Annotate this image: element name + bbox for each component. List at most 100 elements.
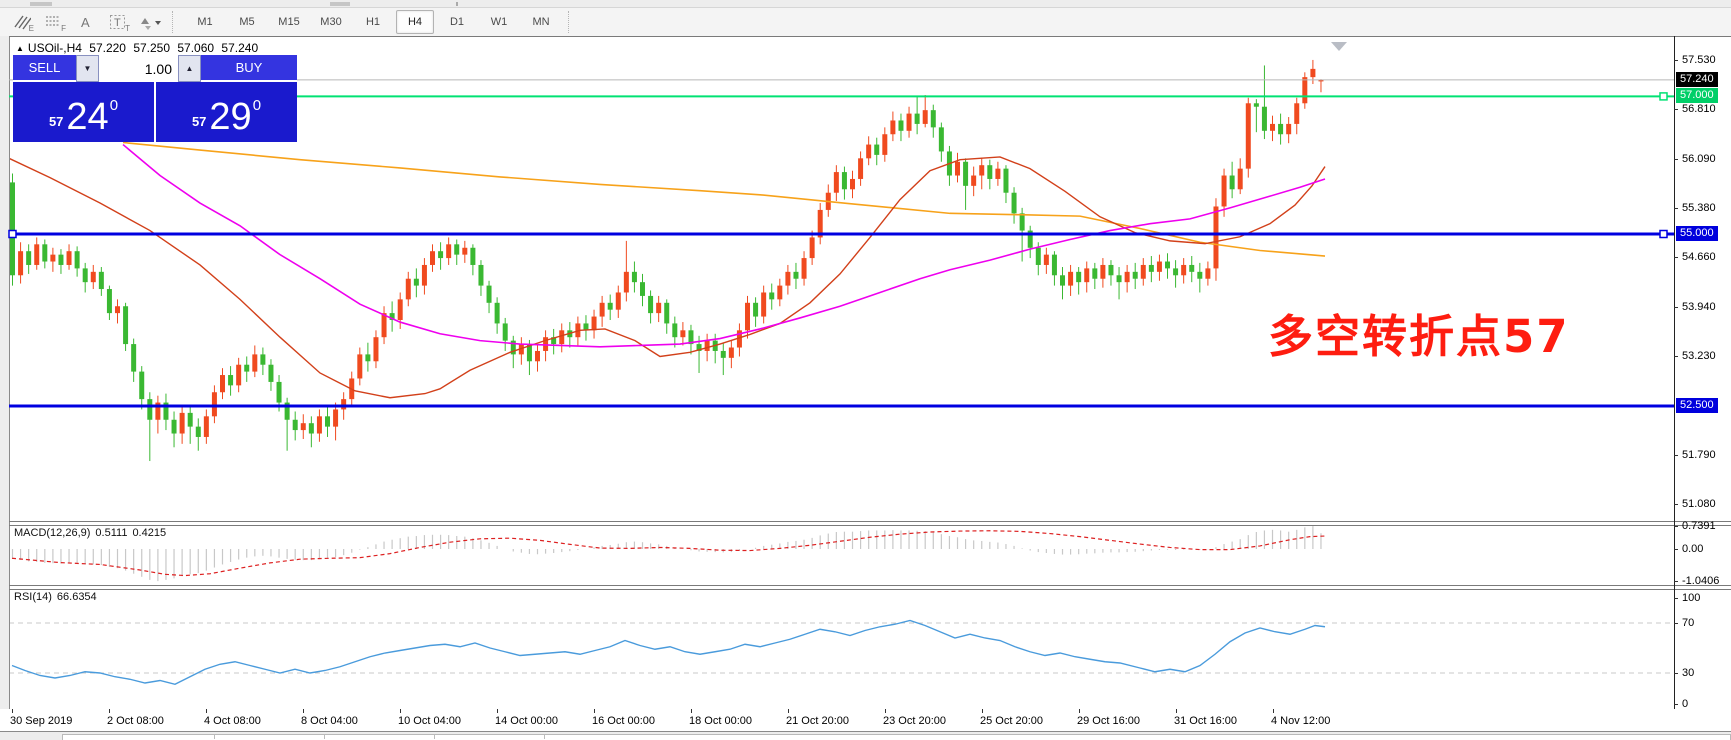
- quote-open: 57.220: [89, 41, 126, 55]
- volume-input[interactable]: [99, 55, 178, 82]
- time-tick-label: 14 Oct 00:00: [495, 715, 558, 727]
- time-tick-label: 18 Oct 00:00: [689, 715, 752, 727]
- buy-price[interactable]: 57 29 0: [156, 82, 297, 142]
- timeframe-h4-button[interactable]: H4: [396, 10, 434, 34]
- timeframe-d1-button[interactable]: D1: [438, 10, 476, 34]
- fibonacci-retracement-button[interactable]: F: [39, 10, 69, 34]
- sell-price[interactable]: 57 24 0: [13, 82, 154, 142]
- time-tick: [1079, 709, 1080, 713]
- time-tick-label: 29 Oct 16:00: [1077, 715, 1140, 727]
- price-axis-border: [1674, 36, 1675, 731]
- sell-button[interactable]: SELL: [13, 55, 76, 82]
- fibonacci-retracement-icon: F: [61, 24, 66, 33]
- price-tick-label: 54.660: [1682, 251, 1716, 263]
- rsi-value: 66.6354: [57, 591, 97, 603]
- timeframe-m5-button[interactable]: M5: [228, 10, 266, 34]
- clipped-panel-band: [62, 734, 1731, 740]
- time-tick-label: 8 Oct 04:00: [301, 715, 358, 727]
- time-tick-label: 2 Oct 08:00: [107, 715, 164, 727]
- macd-axis-label: 0.00: [1682, 543, 1703, 555]
- arrows-button[interactable]: [135, 10, 165, 34]
- current-price-chip: 57.240: [1676, 72, 1718, 87]
- time-tick: [1176, 709, 1177, 713]
- rsi-pane: [9, 621, 1674, 685]
- macd-axis-tick: [1674, 581, 1678, 582]
- price-tick: [1674, 504, 1678, 505]
- timeframe-mn-button[interactable]: MN: [522, 10, 560, 34]
- buy-button[interactable]: BUY: [201, 55, 297, 82]
- timeframe-h1-button[interactable]: H1: [354, 10, 392, 34]
- sell-price-handle: 57: [49, 114, 63, 129]
- one-click-trading-panel: SELL ▼ ▲ BUY 57 24 0 57 29 0: [13, 55, 297, 142]
- equidistant-channel-button[interactable]: E: [7, 10, 37, 34]
- chart-text-annotation: 多空转折点57: [1268, 300, 1570, 365]
- timeframe-group: M1M5M15M30H1H4D1W1MN: [184, 10, 562, 34]
- price-tick-label: 51.790: [1682, 449, 1716, 461]
- text-label-button[interactable]: TT: [103, 10, 133, 34]
- price-tick: [1674, 109, 1678, 110]
- clipped-separator: [456, 2, 458, 6]
- quote-low: 57.060: [177, 41, 214, 55]
- rsi-axis-tick: [1674, 704, 1678, 705]
- pane-separator[interactable]: [9, 589, 1731, 590]
- timeframe-w1-button[interactable]: W1: [480, 10, 518, 34]
- time-axis[interactable]: 30 Sep 2019 2 Oct 08:00 4 Oct 08:00 8 Oct 0…: [0, 709, 1731, 731]
- clipped-tick: [434, 734, 435, 739]
- price-tick: [1674, 307, 1678, 308]
- price-tick: [1674, 257, 1678, 258]
- price-tick: [1674, 455, 1678, 456]
- time-tick: [982, 709, 983, 713]
- price-tick: [1674, 356, 1678, 357]
- time-tick: [12, 709, 13, 713]
- drawing-tools-group: EFATT: [6, 10, 166, 34]
- timeframe-m15-button[interactable]: M15: [270, 10, 308, 34]
- timeframe-m1-button[interactable]: M1: [186, 10, 224, 34]
- buy-price-pip: 0: [253, 97, 261, 114]
- price-tick-label: 57.530: [1682, 54, 1716, 66]
- clipped-tick: [324, 734, 325, 739]
- rsi-name: RSI(14): [14, 591, 52, 603]
- pane-separator[interactable]: [9, 521, 1731, 522]
- volume-increase-button[interactable]: ▲: [178, 55, 201, 82]
- pane-separator[interactable]: [9, 585, 1731, 586]
- macd-pane: [12, 526, 1325, 581]
- mt4-terminal: EFATT M1M5M15M30H1H4D1W1MN ▲USOil-,H4 57…: [0, 0, 1731, 740]
- time-tick-label: 4 Nov 12:00: [1271, 715, 1330, 727]
- level-price-chip: 57.000: [1676, 88, 1718, 103]
- pane-separator[interactable]: [9, 525, 1731, 526]
- pane-top-border: [9, 36, 1731, 37]
- drawing-and-timeframe-toolbar: EFATT M1M5M15M30H1H4D1W1MN: [0, 8, 1731, 37]
- clipped-tick: [214, 734, 215, 739]
- text-label-icon: T: [125, 24, 130, 33]
- rsi-axis-label: 30: [1682, 667, 1694, 679]
- level-price-chip: 52.500: [1676, 398, 1718, 413]
- time-tick: [885, 709, 886, 713]
- time-tick-label: 23 Oct 20:00: [883, 715, 946, 727]
- chart-window: ▲USOil-,H4 57.220 57.250 57.060 57.240 S…: [0, 36, 1731, 740]
- volume-decrease-button[interactable]: ▼: [76, 55, 99, 82]
- svg-text:T: T: [114, 17, 121, 29]
- time-tick-label: 4 Oct 08:00: [204, 715, 261, 727]
- time-tick-label: 25 Oct 20:00: [980, 715, 1043, 727]
- rsi-indicator-label: RSI(14) 66.6354: [14, 591, 102, 603]
- time-tick: [594, 709, 595, 713]
- macd-axis-tick: [1674, 549, 1678, 550]
- rsi-axis-tick: [1674, 598, 1678, 599]
- text-button[interactable]: A: [71, 10, 101, 34]
- price-tick-label: 56.090: [1682, 153, 1716, 165]
- clipped-icon: [330, 2, 350, 6]
- time-tick-label: 30 Sep 2019: [10, 715, 72, 727]
- buy-price-handle: 57: [192, 114, 206, 129]
- clipped-icon: [30, 2, 52, 6]
- symbol-period: USOil-,H4: [28, 41, 82, 55]
- sell-price-big-digits: 24: [66, 100, 108, 134]
- up-arrow-icon: ▲: [16, 44, 24, 53]
- rsi-axis-label: 0: [1682, 698, 1688, 710]
- time-tick: [788, 709, 789, 713]
- macd-main-value: 0.5111: [95, 527, 127, 539]
- macd-name: MACD(12,26,9): [14, 527, 90, 539]
- scroll-to-end-icon[interactable]: [1331, 42, 1347, 51]
- sell-price-pip: 0: [110, 97, 118, 114]
- price-tick-label: 51.080: [1682, 498, 1716, 510]
- timeframe-m30-button[interactable]: M30: [312, 10, 350, 34]
